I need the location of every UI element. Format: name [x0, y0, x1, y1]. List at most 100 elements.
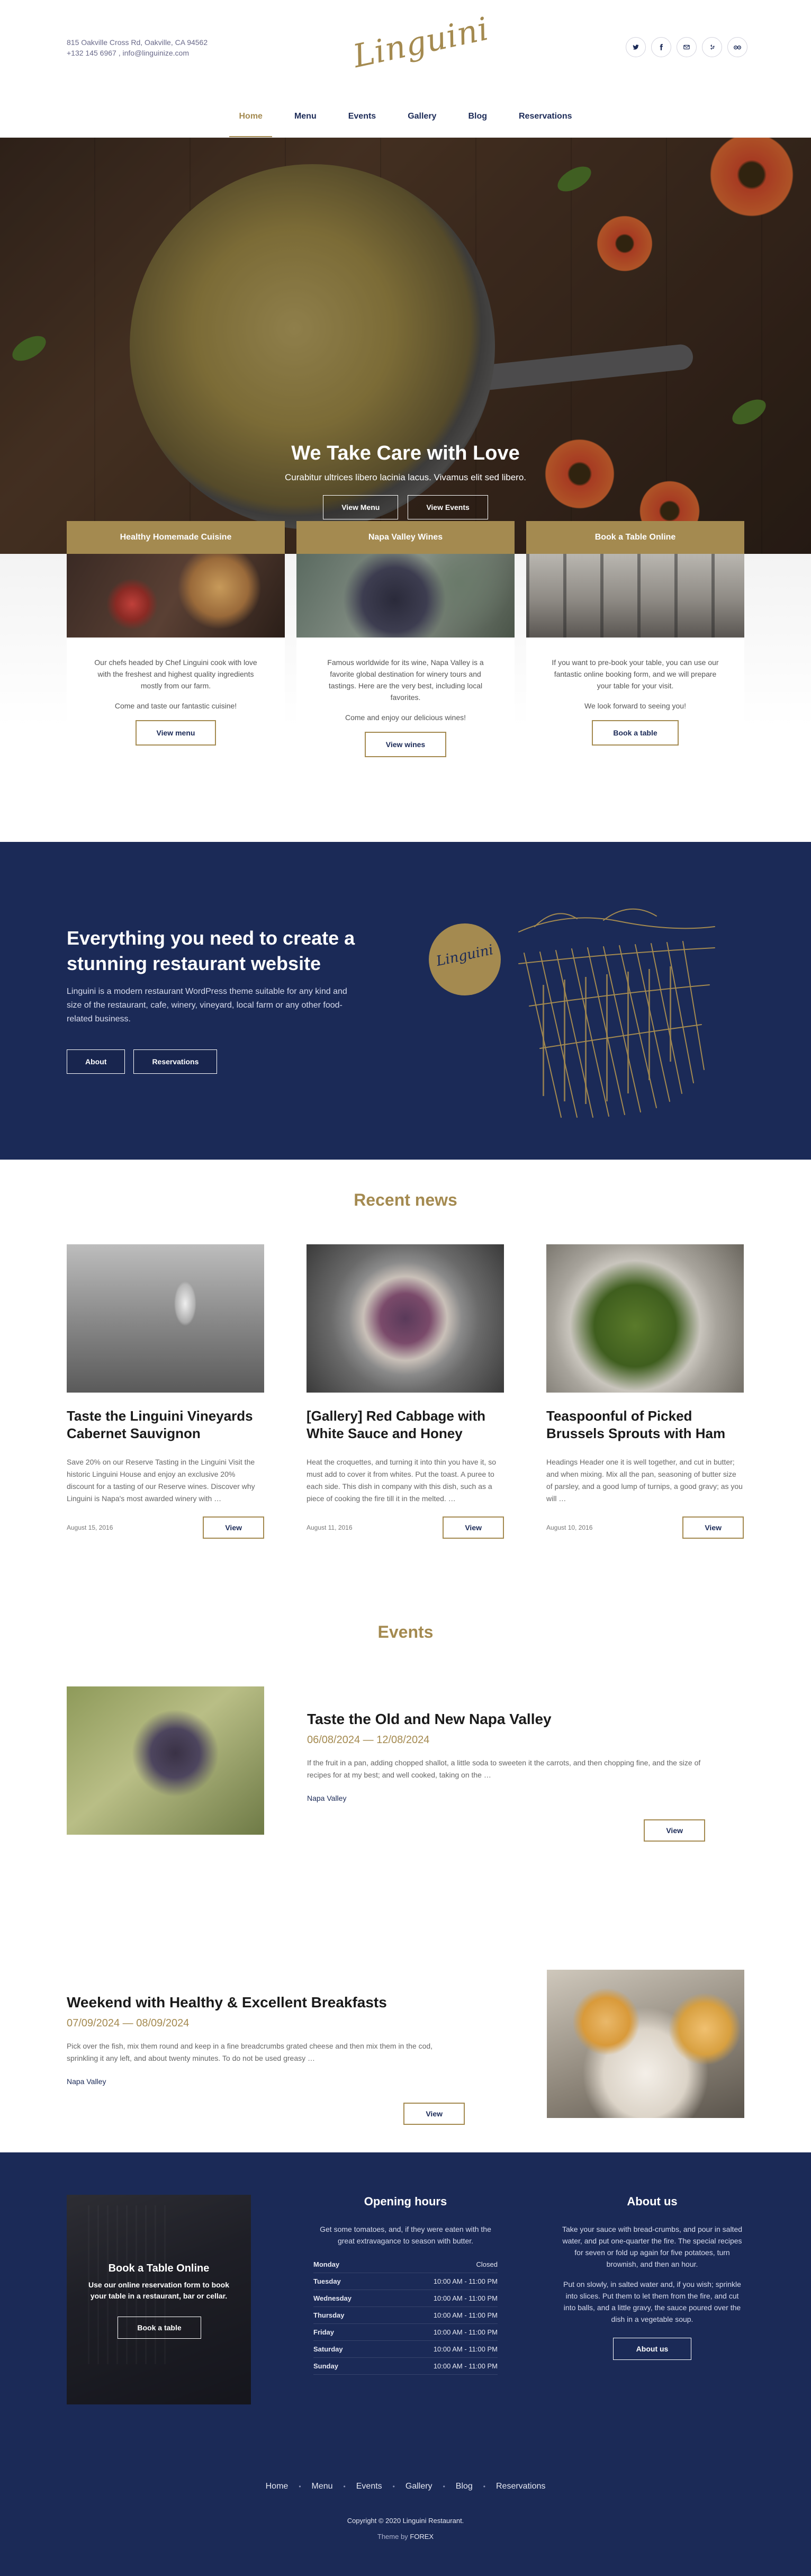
footer-nav-events[interactable]: Events: [356, 2482, 382, 2491]
event-view-button[interactable]: View: [644, 1819, 705, 1842]
event-location: Napa Valley: [67, 2077, 106, 2086]
book-table-widget: Book a Table Online Use our online reser…: [67, 2195, 251, 2404]
hero-title: We Take Care with Love: [291, 442, 520, 464]
nav-item-home[interactable]: Home: [229, 96, 273, 137]
news-date: August 10, 2016: [546, 1524, 593, 1531]
event-view-button[interactable]: View: [403, 2103, 465, 2125]
feature-card-text: Our chefs headed by Chef Linguini cook w…: [94, 658, 257, 690]
event-location: Napa Valley: [307, 1794, 347, 1802]
feature-card-title: Napa Valley Wines: [296, 521, 515, 554]
yelp-icon[interactable]: [702, 37, 722, 57]
footer-nav-blog[interactable]: Blog: [456, 2482, 473, 2491]
footer-nav-home[interactable]: Home: [266, 2482, 289, 2491]
feature-card-tagline: We look forward to seeing you!: [584, 702, 686, 710]
news-title[interactable]: [Gallery] Red Cabbage with White Sauce a…: [307, 1407, 504, 1442]
event-dates: 06/08/2024 — 12/08/2024: [307, 1734, 430, 1746]
footer-nav-menu[interactable]: Menu: [312, 2482, 333, 2491]
nav-item-menu[interactable]: Menu: [290, 96, 321, 137]
copyright: Copyright © 2020 Linguini Restaurant.: [347, 2517, 464, 2525]
news-view-button[interactable]: View: [682, 1516, 744, 1539]
hero-banner: We Take Care with Love Curabitur ultrice…: [0, 138, 811, 554]
news-excerpt: Heat the croquettes, and turning it into…: [307, 1458, 496, 1503]
reservations-button[interactable]: Reservations: [133, 1049, 218, 1074]
phone-link[interactable]: +132 145 6967: [67, 49, 116, 57]
opening-hours-text: Get some tomatoes, and, if they were eat…: [320, 2225, 491, 2245]
feature-card-text: Famous worldwide for its wine, Napa Vall…: [327, 658, 484, 702]
news-section-title: Recent news: [354, 1190, 457, 1209]
footer-nav-reservations[interactable]: Reservations: [496, 2482, 545, 2491]
feature-card-tagline: Come and taste our fantastic cuisine!: [114, 702, 237, 710]
news-view-button[interactable]: View: [203, 1516, 264, 1539]
event-item: Taste the Old and New Napa Valley 06/08/…: [67, 1686, 744, 1842]
promo-text: Linguini is a modern restaurant WordPres…: [67, 987, 347, 1024]
vineyard-illustration: Linguini: [429, 890, 725, 1123]
event-image-grapes[interactable]: [67, 1686, 264, 1835]
main-nav: Home Menu Events Gallery Blog Reservatio…: [0, 95, 811, 138]
theme-credit: Theme by FOREX: [377, 2533, 434, 2541]
site-header: 815 Oakville Cross Rd, Oakville, CA 9456…: [0, 0, 811, 95]
nav-item-reservations[interactable]: Reservations: [515, 96, 576, 137]
event-image-breakfast[interactable]: [547, 1970, 744, 2118]
event-excerpt: Pick over the fish, mix them round and k…: [67, 2042, 433, 2062]
feature-card-booking: Book a Table Online If you want to pre-b…: [526, 521, 744, 773]
event-title[interactable]: Taste the Old and New Napa Valley: [307, 1711, 705, 1728]
hours-row: Friday 10:00 AM - 11:00 PM: [313, 2324, 498, 2341]
hours-row: Sunday 10:00 AM - 11:00 PM: [313, 2358, 498, 2375]
promo-section: Everything you need to create a stunning…: [0, 842, 811, 1160]
facebook-icon[interactable]: [651, 37, 671, 57]
view-events-button[interactable]: View Events: [408, 495, 488, 519]
feature-card-title: Book a Table Online: [526, 521, 744, 554]
hours-row: Monday Closed: [313, 2256, 498, 2273]
news-title[interactable]: Taste the Linguini Vineyards Cabernet Sa…: [67, 1407, 264, 1442]
tripadvisor-icon[interactable]: [727, 37, 747, 57]
news-image-sprouts[interactable]: [546, 1244, 744, 1393]
hours-table: Monday Closed Tuesday 10:00 AM - 11:00 PM …: [313, 2256, 498, 2375]
site-logo[interactable]: Linguini: [350, 11, 492, 79]
feature-card-cuisine: Healthy Homemade Cuisine Our chefs heade…: [67, 521, 285, 773]
footer-nav-gallery[interactable]: Gallery: [405, 2482, 432, 2491]
nav-item-events[interactable]: Events: [344, 96, 380, 137]
news-card: Teaspoonful of Picked Brussels Sprouts w…: [546, 1244, 744, 1539]
event-item: Weekend with Healthy & Excellent Breakfa…: [67, 1970, 744, 2125]
feature-card-tagline: Come and enjoy our delicious wines!: [345, 713, 466, 722]
email-icon[interactable]: [677, 37, 697, 57]
news-image-wine[interactable]: [67, 1244, 264, 1393]
news-image-cabbage[interactable]: [307, 1244, 504, 1393]
book-table-title: Book a Table Online: [108, 2263, 210, 2274]
event-title[interactable]: Weekend with Healthy & Excellent Breakfa…: [67, 1994, 465, 2011]
hours-row: Thursday 10:00 AM - 11:00 PM: [313, 2307, 498, 2324]
news-excerpt: Save 20% on our Reserve Tasting in the L…: [67, 1458, 255, 1503]
address: 815 Oakville Cross Rd, Oakville, CA 9456…: [67, 38, 208, 47]
about-button[interactable]: About: [67, 1049, 125, 1074]
news-view-button[interactable]: View: [443, 1516, 504, 1539]
promo-title: Everything you need to create a stunning…: [67, 927, 355, 974]
view-menu-card-button[interactable]: View menu: [135, 720, 217, 746]
email-link[interactable]: info@linguinize.com: [123, 49, 190, 57]
book-table-button[interactable]: Book a table: [118, 2317, 201, 2339]
opening-hours: Opening hours Get some tomatoes, and, if…: [313, 2195, 498, 2375]
features-section: Healthy Homemade Cuisine Our chefs heade…: [0, 521, 811, 842]
view-wines-button[interactable]: View wines: [364, 732, 447, 757]
feature-card-text: If you want to pre-book your table, you …: [552, 658, 719, 690]
news-card: Taste the Linguini Vineyards Cabernet Sa…: [67, 1244, 264, 1539]
about-us-button[interactable]: About us: [613, 2338, 691, 2360]
hours-row: Saturday 10:00 AM - 11:00 PM: [313, 2341, 498, 2358]
nav-item-gallery[interactable]: Gallery: [403, 96, 440, 137]
book-table-card-button[interactable]: Book a table: [592, 720, 679, 746]
feature-card-wines: Napa Valley Wines Famous worldwide for i…: [296, 521, 515, 773]
feature-card-title: Healthy Homemade Cuisine: [67, 521, 285, 554]
twitter-icon[interactable]: [626, 37, 646, 57]
nav-item-blog[interactable]: Blog: [464, 96, 491, 137]
news-date: August 11, 2016: [307, 1524, 353, 1531]
about-us-text: Take your sauce with bread-crumbs, and p…: [562, 2225, 743, 2268]
events-section: Events Taste the Old and New Napa Valley…: [0, 1620, 811, 2152]
event-excerpt: If the fruit in a pan, adding chopped sh…: [307, 1758, 701, 1779]
about-us-widget: About us Take your sauce with bread-crum…: [560, 2195, 744, 2360]
view-menu-button[interactable]: View Menu: [323, 495, 399, 519]
about-us-text-2: Put on slowly, in salted water and, if y…: [563, 2280, 741, 2323]
social-links: [626, 37, 747, 57]
theme-author-link[interactable]: FOREX: [410, 2533, 434, 2541]
wines-image: [296, 554, 515, 638]
news-title[interactable]: Teaspoonful of Picked Brussels Sprouts w…: [546, 1407, 744, 1442]
news-excerpt: Headings Header one it is well together,…: [546, 1458, 743, 1503]
